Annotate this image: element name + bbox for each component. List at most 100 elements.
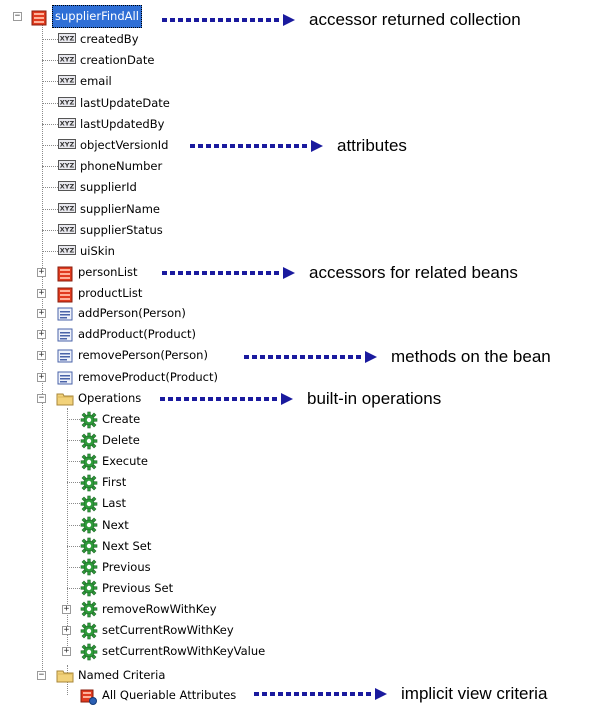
- gear-icon: [80, 516, 98, 534]
- tree-connector: [42, 229, 58, 231]
- tree-node-criteria[interactable]: All Queriable Attributes: [80, 685, 236, 706]
- arrow-head-icon: [375, 687, 387, 700]
- tree-node-operations[interactable]: Operations: [56, 388, 141, 409]
- view-criteria-icon: [80, 689, 98, 705]
- tree-node-label: Previous: [102, 559, 151, 574]
- tree-node[interactable]: setCurrentRowWithKeyValue: [80, 641, 265, 662]
- tree-connector: [67, 482, 80, 484]
- dotted-arrow-line: [162, 270, 279, 275]
- tree-node-label: Delete: [102, 433, 140, 448]
- expand-toggle[interactable]: +: [37, 309, 46, 318]
- arrow-head-icon: [283, 13, 295, 26]
- tree-node[interactable]: Create: [80, 409, 140, 430]
- tree-node[interactable]: XYZ phoneNumber: [58, 156, 162, 177]
- attribute-icon: XYZ: [58, 33, 76, 46]
- tree-connector: [67, 503, 80, 505]
- arrow-head-icon: [281, 392, 293, 405]
- collapse-toggle[interactable]: −: [37, 394, 46, 403]
- tree-node-label: personList: [78, 265, 138, 279]
- callout-criteria: implicit view criteria: [254, 683, 547, 704]
- arrow-head-icon: [365, 350, 377, 363]
- tree-node[interactable]: XYZ email: [58, 71, 112, 92]
- collection-icon: [56, 266, 74, 282]
- tree-guide-line: [67, 408, 68, 652]
- tree-node[interactable]: removeProduct(Product): [56, 367, 218, 388]
- tree-node-label: uiSkin: [80, 244, 115, 258]
- tree-node[interactable]: XYZ lastUpdateDate: [58, 93, 170, 114]
- tree-node-label: All Queriable Attributes: [102, 688, 237, 702]
- tree-node-label: phoneNumber: [80, 159, 163, 174]
- svg-text:XYZ: XYZ: [60, 98, 75, 106]
- tree-node[interactable]: XYZ lastUpdatedBy: [58, 114, 164, 135]
- tree-node[interactable]: setCurrentRowWithKey: [80, 620, 234, 641]
- tree-node[interactable]: XYZ objectVersionId: [58, 135, 168, 156]
- callout-text: accessors for related beans: [309, 262, 518, 282]
- tree-node-label: lastUpdatedBy: [80, 116, 165, 131]
- tree-node[interactable]: addProduct(Product): [56, 324, 196, 345]
- attribute-icon: XYZ: [58, 54, 76, 67]
- collection-icon: [30, 10, 48, 26]
- method-icon: [56, 371, 74, 385]
- tree-node[interactable]: XYZ createdBy: [58, 29, 139, 50]
- tree-node[interactable]: removePerson(Person): [56, 345, 208, 366]
- tree-node[interactable]: Previous: [80, 557, 151, 578]
- tree-node[interactable]: Execute: [80, 451, 148, 472]
- tree-node[interactable]: Next Set: [80, 536, 151, 557]
- tree-node[interactable]: XYZ supplierStatus: [58, 220, 163, 241]
- tree-node-label: lastUpdateDate: [80, 95, 170, 110]
- tree-connector: [42, 102, 58, 104]
- tree-connector: [42, 145, 58, 146]
- tree-node[interactable]: XYZ creationDate: [58, 50, 154, 71]
- tree-node[interactable]: Delete: [80, 430, 140, 451]
- callout-text: implicit view criteria: [401, 683, 548, 703]
- tree-node[interactable]: addPerson(Person): [56, 303, 186, 324]
- gear-icon: [80, 495, 98, 513]
- callout-text: methods on the bean: [391, 346, 551, 366]
- attribute-icon: XYZ: [58, 181, 76, 194]
- expand-toggle[interactable]: +: [62, 626, 71, 635]
- tree-node[interactable]: productList: [56, 283, 142, 304]
- dotted-arrow-line: [190, 143, 307, 148]
- tree-node[interactable]: Last: [80, 493, 126, 514]
- expand-toggle[interactable]: +: [37, 372, 46, 382]
- tree-node-label: productList: [78, 286, 143, 301]
- tree-connector: [67, 524, 80, 526]
- tree-node[interactable]: personList: [56, 262, 138, 283]
- tree-node[interactable]: Previous Set: [80, 578, 173, 599]
- tree-node-root[interactable]: supplierFindAll: [30, 5, 142, 28]
- tree-node[interactable]: Next: [80, 515, 129, 536]
- tree-node-label: supplierStatus: [80, 222, 163, 237]
- tree-node-label: setCurrentRowWithKey: [102, 623, 234, 637]
- tree-node[interactable]: XYZ supplierId: [58, 177, 137, 198]
- tree-connector: [42, 39, 58, 40]
- expand-toggle[interactable]: +: [37, 330, 46, 340]
- tree-node-label: Previous Set: [102, 580, 174, 595]
- tree-node-named-criteria[interactable]: Named Criteria: [56, 665, 165, 686]
- tree-node-label: setCurrentRowWithKeyValue: [102, 644, 266, 659]
- gear-icon: [80, 600, 98, 618]
- tree-connector: [42, 123, 58, 125]
- collapse-toggle[interactable]: −: [37, 671, 46, 680]
- tree-node-label: createdBy: [80, 32, 139, 46]
- tree-node-label: removeRowWithKey: [102, 601, 217, 616]
- gear-icon: [80, 453, 98, 471]
- expand-toggle[interactable]: +: [37, 289, 46, 299]
- tree-node[interactable]: XYZ uiSkin: [58, 241, 115, 262]
- callout-attributes: attributes: [190, 135, 407, 156]
- expand-toggle[interactable]: +: [62, 647, 71, 657]
- expand-toggle[interactable]: +: [37, 351, 46, 361]
- method-icon: [56, 307, 74, 321]
- tree-node[interactable]: First: [80, 472, 126, 493]
- tree-node[interactable]: removeRowWithKey: [80, 599, 217, 620]
- tree-node-label: Last: [102, 496, 126, 511]
- callout-text: accessor returned collection: [309, 9, 521, 29]
- method-icon: [56, 349, 74, 363]
- collapse-toggle[interactable]: −: [13, 12, 22, 21]
- expand-toggle[interactable]: +: [37, 268, 46, 277]
- svg-text:XYZ: XYZ: [60, 204, 75, 212]
- callout-accessors: accessors for related beans: [162, 262, 518, 283]
- expand-toggle[interactable]: +: [62, 604, 71, 614]
- attribute-icon: XYZ: [58, 160, 76, 173]
- tree-connector: [67, 566, 80, 568]
- tree-node[interactable]: XYZ supplierName: [58, 199, 160, 220]
